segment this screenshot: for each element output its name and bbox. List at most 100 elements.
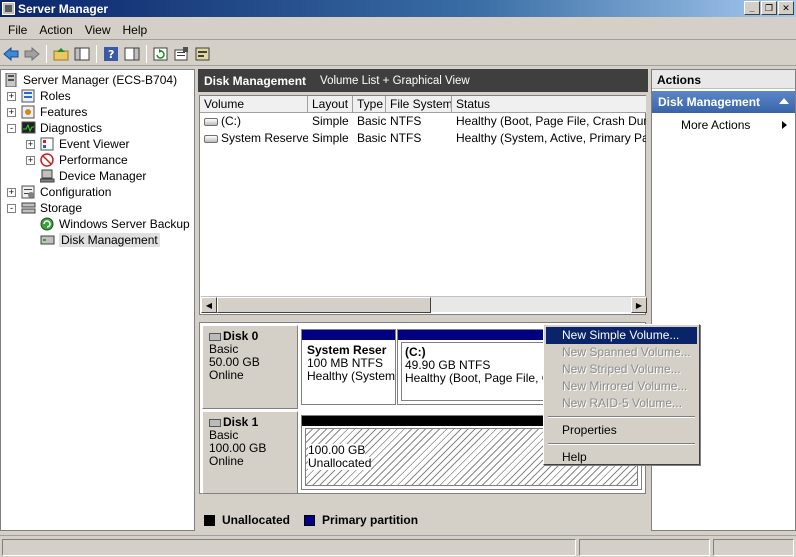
help-icon[interactable]: ?: [102, 45, 120, 63]
menu-item-new-raid5-volume: New RAID-5 Volume...: [562, 396, 683, 410]
disk-0-label[interactable]: Disk 0 Basic 50.00 GB Online: [202, 325, 298, 409]
legend-swatch-primary: [304, 514, 316, 526]
tree-node-performance[interactable]: Performance: [40, 152, 128, 168]
tree-label-device-manager: Device Manager: [59, 169, 147, 183]
volume-cell-layout: Simple: [312, 131, 349, 145]
up-folder-icon[interactable]: [52, 45, 70, 63]
disk-1-label[interactable]: Disk 1 Basic 100.00 GB Online: [202, 411, 298, 494]
column-type[interactable]: Type: [353, 96, 386, 113]
tree-node-roles[interactable]: Roles: [21, 88, 71, 104]
menu-help[interactable]: Help: [117, 23, 154, 37]
column-volume[interactable]: Volume: [200, 96, 308, 113]
legend-swatch-unallocated: [204, 514, 215, 526]
tree-label-roles: Roles: [40, 89, 71, 103]
show-hide-action-pane-icon[interactable]: [123, 45, 141, 63]
expand-features-icon[interactable]: +: [7, 108, 16, 117]
menu-item-help[interactable]: Help: [546, 449, 697, 466]
tree-label-diagnostics: Diagnostics: [40, 121, 103, 135]
volume-cell-file-system: NTFS: [390, 131, 422, 145]
tree-node-configuration[interactable]: Configuration: [21, 184, 111, 200]
diagnostics-icon: [21, 121, 37, 135]
disk-0-state: Online: [209, 368, 244, 382]
tree-label-configuration: Configuration: [40, 185, 112, 199]
scroll-left-button[interactable]: ◀: [201, 297, 217, 313]
restore-button[interactable]: ❐: [761, 1, 777, 15]
drive-icon: [204, 117, 218, 126]
refresh-icon[interactable]: [152, 45, 170, 63]
disk-1-state: Online: [209, 454, 244, 468]
volume-list-header: Volume Layout Type File System Status: [200, 96, 646, 113]
menu-separator: [548, 443, 695, 445]
disk-management-icon: [40, 233, 56, 247]
actions-header: Actions: [652, 70, 795, 89]
tree-node-storage[interactable]: Storage: [21, 200, 82, 216]
tree-node-server-manager[interactable]: Server Manager (ECS-B704): [4, 72, 177, 88]
volume-list-hscrollbar[interactable]: ◀ ▶: [201, 296, 647, 313]
disk-wizard-icon[interactable]: [194, 45, 212, 63]
properties-icon[interactable]: [173, 45, 191, 63]
backup-icon: [40, 217, 56, 231]
context-menu: New Simple Volume... New Spanned Volume.…: [543, 324, 700, 465]
tree-node-device-manager[interactable]: Device Manager: [39, 168, 147, 184]
show-hide-tree-icon[interactable]: [73, 45, 91, 63]
tree-node-windows-server-backup[interactable]: Windows Server Backup: [40, 216, 190, 232]
menu-file[interactable]: File: [2, 23, 33, 37]
drive-icon: [204, 134, 218, 143]
actions-section-disk-management[interactable]: Disk Management: [652, 91, 795, 113]
menu-separator: [548, 416, 695, 418]
legend-primary: Primary partition: [322, 513, 419, 527]
window-title: Server Manager: [18, 1, 109, 16]
menu-item-new-simple-volume[interactable]: New Simple Volume...: [546, 327, 697, 344]
volume-row[interactable]: System Reserved Simple Basic NTFS Health…: [200, 130, 646, 147]
status-cell-tertiary: [713, 539, 794, 556]
disk-0-name: Disk 0: [223, 329, 259, 343]
column-status[interactable]: Status: [452, 96, 646, 113]
legend-unallocated: Unallocated: [222, 513, 291, 527]
menu-view[interactable]: View: [79, 23, 117, 37]
title-bar: Server Manager _ ❐ ✕: [0, 0, 796, 17]
menu-item-new-striped-volume: New Striped Volume...: [562, 362, 681, 376]
tree-node-features[interactable]: Features: [21, 104, 87, 120]
expand-roles-icon[interactable]: +: [7, 92, 16, 101]
server-manager-icon: [2, 2, 15, 15]
partition-bar: [302, 330, 395, 340]
expand-performance-icon[interactable]: +: [26, 156, 35, 165]
close-button[interactable]: ✕: [778, 1, 794, 15]
toolbar-separator: [96, 44, 97, 63]
volume-cell-type: Basic: [357, 131, 386, 145]
disk-icon: [209, 418, 221, 427]
volume-cell-file-system: NTFS: [390, 114, 422, 128]
forward-icon[interactable]: [23, 45, 41, 63]
submenu-arrow-icon: [782, 121, 787, 129]
menu-item-properties[interactable]: Properties: [546, 422, 697, 439]
tree-label-server-manager: Server Manager (ECS-B704): [23, 73, 178, 87]
collapse-storage-icon[interactable]: -: [7, 204, 16, 213]
tree-label-features: Features: [40, 105, 88, 119]
scroll-thumb[interactable]: [217, 297, 431, 313]
console-tree: Server Manager (ECS-B704) + Roles + Feat…: [0, 69, 195, 531]
scroll-right-button[interactable]: ▶: [631, 297, 647, 313]
column-layout[interactable]: Layout: [308, 96, 353, 113]
collapse-diagnostics-icon[interactable]: -: [7, 124, 16, 133]
svg-text:?: ?: [108, 48, 114, 61]
volume-row[interactable]: (C:) Simple Basic NTFS Healthy (Boot, Pa…: [200, 113, 646, 130]
back-icon[interactable]: [2, 45, 20, 63]
features-icon: [21, 105, 37, 119]
tree-node-event-viewer[interactable]: Event Viewer: [40, 136, 129, 152]
more-actions-item[interactable]: More Actions: [652, 113, 795, 135]
disk-1-name: Disk 1: [223, 415, 259, 429]
legend: Unallocated Primary partition: [198, 510, 648, 530]
menu-action[interactable]: Action: [33, 23, 78, 37]
expand-configuration-icon[interactable]: +: [7, 188, 16, 197]
minimize-button[interactable]: _: [744, 1, 760, 15]
configuration-icon: [21, 185, 37, 199]
partition-system-reserved[interactable]: System Reser 100 MB NTFS Healthy (System…: [301, 329, 396, 405]
roles-icon: [21, 89, 37, 103]
tree-node-disk-management[interactable]: Disk Management: [40, 232, 160, 248]
volume-cell-layout: Simple: [312, 114, 349, 128]
tree-node-diagnostics[interactable]: Diagnostics: [21, 120, 102, 136]
column-file-system[interactable]: File System: [386, 96, 452, 113]
expand-event-viewer-icon[interactable]: +: [26, 140, 35, 149]
collapse-arrow-icon[interactable]: [779, 98, 789, 104]
toolbar-separator: [46, 44, 47, 63]
